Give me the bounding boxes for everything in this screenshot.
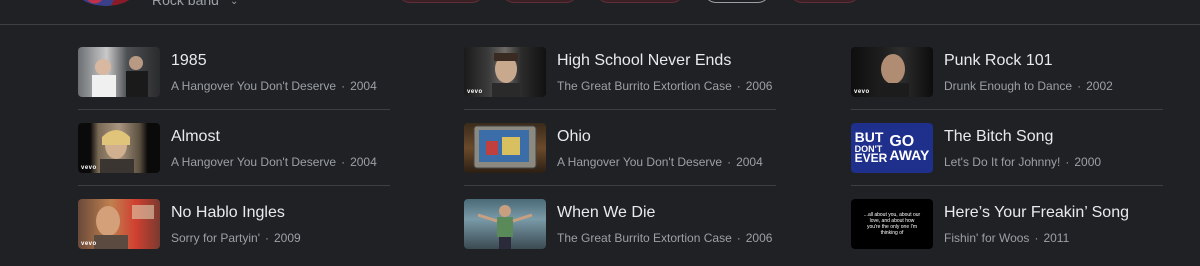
song-title[interactable]: Ohio [557,128,591,146]
album-name: Let's Do It for Johnny! [944,155,1061,169]
album-name: Fishin' for Woos [944,231,1030,245]
album-art-word: EVER [854,151,888,166]
divider [464,109,776,110]
filter-chip[interactable] [502,0,578,3]
separator-dot: · [341,79,346,93]
song-meta: The Great Burrito Extortion Case · 2006 [557,79,772,93]
top-bar: Rock band ⌄ [0,0,1200,25]
release-year: 2002 [1086,79,1113,93]
song-item[interactable]: 1985 A Hangover You Don't Deserve · 2004 [78,47,390,111]
song-meta: A Hangover You Don't Deserve · 2004 [171,155,377,169]
release-year: 2004 [350,79,377,93]
song-item[interactable]: BUT DON'T EVER GO AWAY The Bitch Song Le… [851,123,1163,187]
song-item[interactable]: vevo Almost A Hangover You Don't Deserve… [78,123,390,187]
song-title[interactable]: No Hablo Ingles [171,204,285,222]
song-item[interactable]: Ohio A Hangover You Don't Deserve · 2004 [464,123,776,187]
thumbnail-art [473,125,537,169]
song-meta: The Great Burrito Extortion Case · 2006 [557,231,772,245]
release-year: 2000 [1074,155,1102,169]
filter-chip[interactable] [790,0,860,3]
release-year: 2006 [745,79,773,93]
release-year: 2004 [736,155,763,169]
thumbnail-art [477,205,533,249]
album-name: The Great Burrito Extortion Case [557,231,732,245]
separator-dot: · [341,155,346,169]
separator-dot: · [1077,79,1082,93]
vevo-logo: vevo [81,241,97,247]
divider [851,185,1163,186]
release-year: 2011 [1043,231,1070,245]
artist-avatar[interactable] [78,0,134,6]
album-name: A Hangover You Don't Deserve [171,155,337,169]
song-item[interactable]: vevo Punk Rock 101 Drunk Enough to Dance… [851,47,1163,111]
album-name: A Hangover You Don't Deserve [557,155,723,169]
separator-dot: · [727,155,732,169]
artist-type-label: Rock band [152,0,219,8]
separator-dot: · [736,79,741,93]
video-thumbnail[interactable]: vevo [851,47,933,97]
song-title[interactable]: When We Die [557,204,655,222]
album-name: The Great Burrito Extortion Case [557,79,732,93]
song-title[interactable]: Punk Rock 101 [944,52,1053,70]
song-meta: A Hangover You Don't Deserve · 2004 [557,155,763,169]
song-item[interactable]: When We Die The Great Burrito Extortion … [464,199,776,263]
thumbnail-art [92,56,148,97]
song-meta: Sorry for Partyin' · 2009 [171,231,301,245]
video-thumbnail[interactable] [464,199,546,249]
song-item[interactable]: vevo High School Never Ends The Great Bu… [464,47,776,111]
divider [78,109,390,110]
vevo-logo: vevo [81,165,97,171]
album-name: A Hangover You Don't Deserve [171,79,337,93]
song-title[interactable]: Here’s Your Freakin’ Song [944,204,1129,222]
video-thumbnail[interactable] [464,123,546,173]
video-thumbnail[interactable]: vevo [464,47,546,97]
song-title[interactable]: High School Never Ends [557,52,731,70]
album-art-word: BUT [854,129,884,146]
divider [78,185,390,186]
song-meta: Let's Do It for Johnny! · 2000 [944,155,1101,169]
song-item[interactable]: vevo No Hablo Ingles Sorry for Partyin' ·… [78,199,390,263]
filter-chip[interactable] [596,0,684,3]
separator-dot: · [736,231,741,245]
divider [851,109,1163,110]
album-name: Drunk Enough to Dance [944,79,1073,93]
lyrics-text: ...all about you, about our love, and ab… [863,211,921,237]
song-item[interactable]: ...all about you, about our love, and ab… [851,199,1163,263]
separator-dot: · [264,231,269,245]
album-art-text: BUT DON'T EVER GO AWAY [851,123,933,173]
album-art-thumbnail[interactable]: BUT DON'T EVER GO AWAY [851,123,933,173]
filter-chip[interactable] [398,0,484,3]
filter-chip-active[interactable] [704,0,770,3]
release-year: 2009 [273,231,301,245]
separator-dot: · [1065,155,1070,169]
song-title[interactable]: The Bitch Song [944,128,1053,146]
lyrics-thumbnail[interactable]: ...all about you, about our love, and ab… [851,199,933,249]
release-year: 2006 [745,231,773,245]
song-meta: Drunk Enough to Dance · 2002 [944,79,1113,93]
release-year: 2004 [350,155,377,169]
video-thumbnail[interactable] [78,47,160,97]
song-meta: Fishin' for Woos · 2011 [944,231,1069,245]
video-thumbnail[interactable]: vevo [78,199,160,249]
song-title[interactable]: Almost [171,128,220,146]
chevron-down-icon[interactable]: ⌄ [230,0,238,7]
divider [464,185,776,186]
song-meta: A Hangover You Don't Deserve · 2004 [171,79,377,93]
separator-dot: · [1034,231,1039,245]
song-title[interactable]: 1985 [171,52,207,70]
vevo-logo: vevo [854,89,870,95]
video-thumbnail[interactable]: vevo [78,123,160,173]
album-art-word: AWAY [889,146,930,163]
vevo-logo: vevo [467,89,483,95]
album-name: Sorry for Partyin' [171,231,260,245]
